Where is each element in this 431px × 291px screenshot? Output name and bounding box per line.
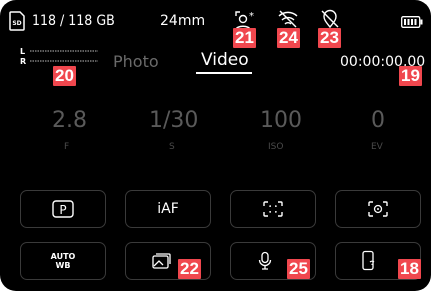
wb-label: WB — [55, 261, 71, 270]
callout-18: 18 — [398, 259, 421, 279]
tab-photo[interactable]: Photo — [113, 52, 159, 71]
svg-text:SD: SD — [12, 20, 21, 27]
p-mode-icon: P — [51, 199, 75, 219]
storage-capacity: 118 / 118 GB — [32, 13, 115, 29]
shutter-label: S — [169, 142, 175, 152]
smartphone-connect-icon — [361, 250, 377, 272]
metering-icon — [367, 200, 389, 218]
focus-frame-icon — [262, 200, 284, 218]
wb-auto-label: AUTO — [50, 252, 76, 261]
sd-card-icon: SD — [8, 11, 26, 35]
af-mode-button[interactable]: iAF — [125, 190, 211, 228]
callout-22: 22 — [178, 259, 201, 279]
iso-label: ISO — [268, 142, 284, 152]
callout-25: 25 — [287, 259, 310, 279]
camera-screen: SD 118 / 118 GB 24mm * L R Photo Video 0… — [0, 0, 431, 291]
metering-button[interactable] — [335, 190, 421, 228]
svg-text:*: * — [249, 11, 254, 22]
battery-icon — [401, 13, 423, 32]
ev-value[interactable]: 0 — [371, 108, 385, 133]
exposure-mode-button[interactable]: P — [20, 190, 106, 228]
focal-length: 24mm — [160, 13, 206, 29]
callout-24: 24 — [277, 28, 300, 48]
iso-value[interactable]: 100 — [260, 108, 302, 133]
svg-text:P: P — [59, 203, 66, 217]
callout-19: 19 — [399, 66, 422, 86]
focus-field-button[interactable] — [230, 190, 316, 228]
microphone-icon — [258, 251, 272, 271]
callout-23: 23 — [318, 28, 341, 48]
white-balance-button[interactable]: AUTO WB — [20, 242, 106, 280]
shutter-value[interactable]: 1/30 — [149, 108, 198, 133]
aperture-label: F — [64, 142, 70, 152]
ev-label: EV — [371, 142, 383, 152]
af-mode-label: iAF — [157, 201, 179, 217]
gallery-icon — [151, 252, 171, 270]
tab-video-underline — [196, 72, 252, 74]
callout-21: 21 — [233, 28, 256, 48]
callout-20: 20 — [53, 66, 76, 86]
audio-left-label: L — [20, 47, 26, 56]
audio-right-label: R — [20, 57, 27, 66]
tab-video[interactable]: Video — [201, 50, 249, 70]
aperture-value[interactable]: 2.8 — [52, 108, 87, 133]
